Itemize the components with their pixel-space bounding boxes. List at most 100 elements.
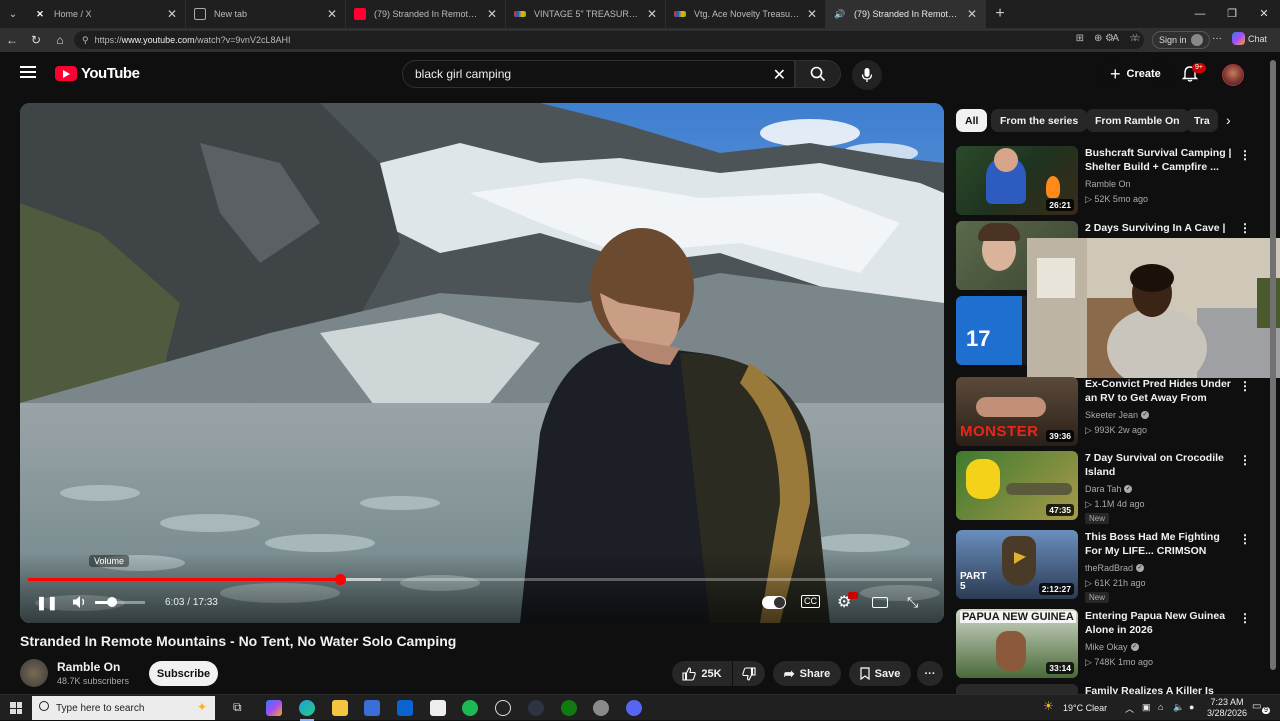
progress-bar[interactable] <box>28 574 932 585</box>
thumbnail[interactable]: 26:21 <box>956 146 1078 215</box>
volume-icon[interactable] <box>72 595 88 609</box>
captions-icon[interactable]: CC <box>801 595 820 608</box>
zoom-icon[interactable]: ⊕ <box>1094 33 1102 44</box>
thumbnail[interactable]: 47:35 <box>956 451 1078 520</box>
pause-icon[interactable]: ❚❚ <box>36 595 58 611</box>
network-icon[interactable]: ⌂ <box>1158 702 1163 712</box>
copilot-app-icon[interactable] <box>266 700 282 716</box>
rec-title[interactable]: Bushcraft Survival Camping | Shelter Bui… <box>1085 146 1237 174</box>
chip-truncated[interactable]: Tra <box>1186 109 1218 132</box>
account-avatar[interactable] <box>1222 64 1244 86</box>
kebab-menu-icon[interactable]: ⋮ <box>1239 221 1251 235</box>
search-input[interactable]: black girl camping ✕ <box>402 60 795 88</box>
browser-tab-1[interactable]: New tab ✕ <box>186 0 346 28</box>
signin-button[interactable]: Sign in <box>1152 31 1210 49</box>
browser-tab-0[interactable]: ✕ Home / X ✕ <box>26 0 186 28</box>
tab-actions-menu-icon[interactable]: ⌄ <box>0 0 26 28</box>
page-scrollbar[interactable] <box>1270 60 1276 685</box>
rec-title[interactable]: 2 Days Surviving In A Cave | <box>1085 221 1237 235</box>
rec-title[interactable]: This Boss Had Me Fighting For My LIFE...… <box>1085 530 1237 560</box>
voice-search-button[interactable] <box>852 60 882 90</box>
app-icon[interactable] <box>528 700 544 716</box>
more-actions-button[interactable]: ··· <box>917 661 943 686</box>
discord-icon[interactable] <box>626 700 642 716</box>
reload-icon[interactable]: ↻ <box>24 33 48 47</box>
rec-title[interactable]: Family Realizes A Killer Is Living <box>1085 684 1237 694</box>
browser-menu-icon[interactable]: ··· <box>1212 33 1222 44</box>
rec-title[interactable]: 7 Day Survival on Crocodile Island <box>1085 451 1237 479</box>
copilot-button[interactable]: Chat <box>1232 32 1267 45</box>
kebab-menu-icon[interactable]: ⋮ <box>1239 453 1251 467</box>
notification-center-icon[interactable]: ▭ <box>1252 701 1261 712</box>
home-icon[interactable]: ⌂ <box>48 33 72 47</box>
rec-item-4[interactable]: 47:35 7 Day Survival on Crocodile Island… <box>956 451 1256 524</box>
share-button[interactable]: ➦ Share <box>773 661 841 686</box>
store-icon[interactable] <box>364 700 380 716</box>
volume-handle[interactable] <box>107 597 117 607</box>
app-icon-2[interactable] <box>593 700 609 716</box>
rec-item-6[interactable]: PAPUA NEW GUINEA 33:14 Entering Papua Ne… <box>956 609 1256 681</box>
speaker-tray-icon[interactable]: 🔈 <box>1173 702 1184 713</box>
clear-search-icon[interactable]: ✕ <box>773 65 786 85</box>
rec-channel[interactable]: Skeeter Jean ✓ <box>1085 410 1150 420</box>
autoplay-toggle[interactable] <box>762 596 786 609</box>
edge-browser-icon[interactable] <box>299 700 315 716</box>
notepad-icon[interactable] <box>430 700 446 716</box>
speaker-icon[interactable]: 🔊 <box>834 8 846 20</box>
steam-icon[interactable] <box>495 700 511 716</box>
xbox-icon[interactable] <box>561 700 577 716</box>
browser-tab-3[interactable]: VINTAGE 5" TREASURE TROLL DOLL ✕ <box>506 0 666 28</box>
rec-item-0[interactable]: 26:21 Bushcraft Survival Camping | Shelt… <box>956 146 1256 218</box>
browser-tab-2[interactable]: (79) Stranded In Remote Mountain ✕ <box>346 0 506 28</box>
thumbnail[interactable] <box>956 684 1078 694</box>
extensions-icon[interactable]: ⚙ <box>1105 33 1114 44</box>
close-tab-icon[interactable]: ✕ <box>327 7 337 21</box>
dislike-button[interactable] <box>733 661 765 686</box>
mail-icon[interactable] <box>397 700 413 716</box>
create-button[interactable]: + Create <box>1100 60 1171 88</box>
back-icon[interactable]: ← <box>0 33 24 47</box>
favorites-icon[interactable]: ☆ <box>1132 33 1141 44</box>
kebab-menu-icon[interactable]: ⋮ <box>1239 379 1251 393</box>
new-tab-button[interactable]: + <box>986 5 1014 23</box>
browser-tab-5[interactable]: 🔊 (79) Stranded In Remote Mou ✕ <box>826 0 986 28</box>
search-button[interactable] <box>795 60 841 88</box>
scrubber-handle[interactable] <box>334 574 346 585</box>
spotify-icon[interactable] <box>462 700 478 716</box>
url-input[interactable]: ⚲ https://www.youtube.com/watch?v=9vnV2c… <box>74 31 1144 49</box>
thumbnail[interactable]: PAPUA NEW GUINEA 33:14 <box>956 609 1078 678</box>
browser-tab-4[interactable]: Vtg. Ace Novelty Treasure Troll Do ✕ <box>666 0 826 28</box>
site-info-icon[interactable]: ⚲ <box>82 35 89 46</box>
chip-from-ramble-on[interactable]: From Ramble On <box>1086 109 1189 132</box>
close-tab-icon[interactable]: ✕ <box>807 7 817 21</box>
theater-mode-icon[interactable] <box>872 597 888 608</box>
rec-channel[interactable]: Mike Okay ✓ <box>1085 642 1139 652</box>
file-explorer-icon[interactable] <box>332 700 348 716</box>
close-tab-icon[interactable]: ✕ <box>967 7 977 21</box>
close-tab-icon[interactable]: ✕ <box>647 7 657 21</box>
like-button[interactable]: 25K <box>672 661 732 686</box>
tray-app-icon[interactable]: ▣ <box>1142 702 1151 713</box>
rec-item-5[interactable]: PART 5 2:12:27 This Boss Had Me Fighting… <box>956 530 1256 603</box>
rec-title[interactable]: Entering Papua New Guinea Alone in 2026 <box>1085 609 1237 637</box>
rec-channel[interactable]: theRadBrad ✓ <box>1085 563 1145 573</box>
video-player[interactable] <box>20 103 944 623</box>
close-tab-icon[interactable]: ✕ <box>487 7 497 21</box>
windows-start-icon[interactable] <box>10 702 22 714</box>
restore-icon[interactable]: ❐ <box>1216 0 1248 28</box>
fullscreen-icon[interactable]: ⤡ <box>907 594 918 611</box>
rec-channel[interactable]: Dara Tah ✓ <box>1085 484 1133 494</box>
youtube-logo[interactable]: YouTube <box>55 65 140 82</box>
rec-item-3[interactable]: MONSTER 39:36 Ex-Convict Pred Hides Unde… <box>956 377 1256 449</box>
clock[interactable]: 7:23 AM 3/28/2026 <box>1207 697 1247 719</box>
microphone-tray-icon[interactable]: ● <box>1189 702 1194 712</box>
weather-text[interactable]: 19°C Clear <box>1063 703 1107 713</box>
chip-all[interactable]: All <box>956 109 988 132</box>
channel-name[interactable]: Ramble On <box>57 660 120 674</box>
close-tab-icon[interactable]: ✕ <box>167 7 177 21</box>
subscribe-button[interactable]: Subscribe <box>149 661 218 686</box>
thumbnail[interactable]: PART 5 2:12:27 <box>956 530 1078 599</box>
thumbnail[interactable]: MONSTER 39:36 <box>956 377 1078 446</box>
rec-channel[interactable]: Ramble On <box>1085 179 1131 189</box>
minimize-icon[interactable]: — <box>1184 0 1216 28</box>
